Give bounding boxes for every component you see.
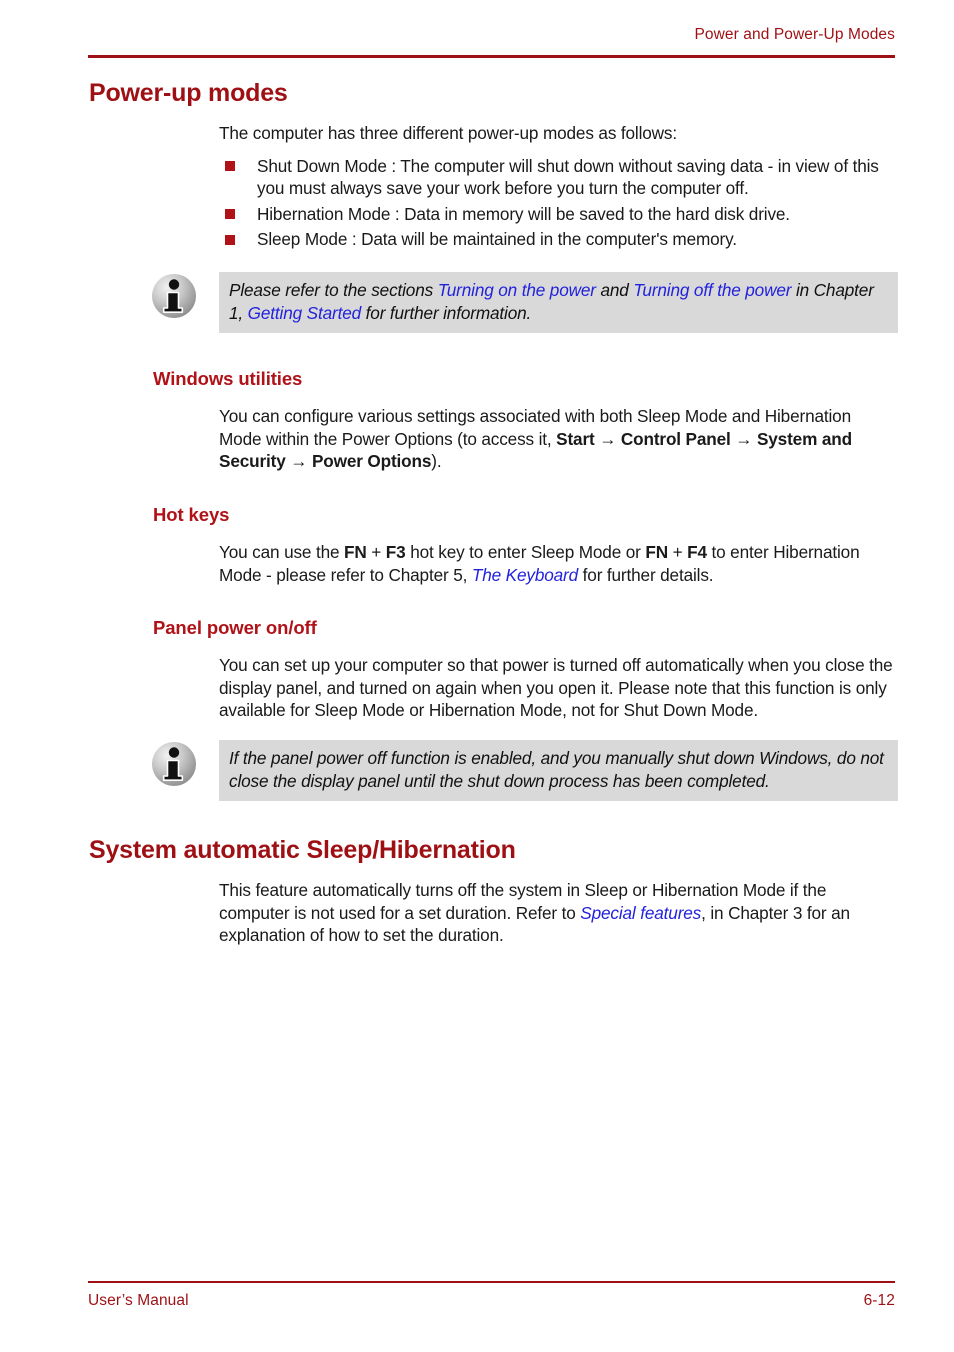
note-text-segment: for further information. bbox=[361, 302, 532, 323]
heading-power-up-modes: Power-up modes bbox=[89, 79, 288, 107]
text-segment: hot key to enter Sleep Mode or bbox=[405, 541, 646, 562]
bold-f3: F3 bbox=[385, 541, 406, 562]
note-text: Please refer to the sections Turning on … bbox=[219, 271, 898, 334]
list-item-text: Sleep Mode : Data will be maintained in … bbox=[257, 229, 737, 250]
list-item-text: Shut Down Mode : The computer will shut … bbox=[257, 155, 879, 199]
footer-manual-label: User’s Manual bbox=[88, 1292, 189, 1309]
text-segment: ). bbox=[431, 451, 442, 472]
heading-system-automatic: System automatic Sleep/Hibernation bbox=[89, 836, 516, 865]
link-special-features[interactable]: Special features bbox=[580, 903, 701, 923]
paragraph-windows-utilities: You can configure various settings assoc… bbox=[0, 405, 954, 473]
bold-power-options: Power Options bbox=[311, 451, 432, 472]
link-getting-started[interactable]: Getting Started bbox=[248, 303, 362, 323]
square-bullet-icon bbox=[225, 209, 235, 220]
bold-start: Start bbox=[556, 428, 595, 449]
bold-f4: F4 bbox=[687, 541, 707, 562]
note-text-segment: and bbox=[595, 279, 634, 300]
arrow-icon: → bbox=[594, 428, 621, 449]
arrow-icon: → bbox=[730, 428, 757, 449]
list-item: Shut Down Mode : The computer will shut … bbox=[219, 155, 898, 200]
arrow-icon: → bbox=[285, 451, 312, 472]
list-item-text: Hibernation Mode : Data in memory will b… bbox=[257, 203, 790, 224]
info-icon bbox=[150, 272, 198, 320]
note-text-segment: Please refer to the sections bbox=[229, 279, 438, 300]
footer-rule bbox=[88, 1281, 895, 1283]
link-turning-off-the-power[interactable]: Turning off the power bbox=[633, 280, 791, 300]
paragraph-hot-keys: You can use the FN + F3 hot key to enter… bbox=[0, 541, 954, 586]
list-power-up-modes: Shut Down Mode : The computer will shut … bbox=[0, 155, 954, 251]
note-box-panel-power: If the panel power off function is enabl… bbox=[0, 739, 954, 802]
document-page: Power and Power-Up Modes Power-up modes … bbox=[0, 0, 954, 1352]
paragraph-panel-power: You can set up your computer so that pow… bbox=[219, 655, 893, 721]
square-bullet-icon bbox=[225, 234, 235, 245]
page-footer: User’s Manual 6-12 bbox=[88, 1292, 895, 1310]
text-segment: for further details. bbox=[578, 564, 714, 585]
list-item: Sleep Mode : Data will be maintained in … bbox=[219, 228, 898, 251]
bold-fn: FN bbox=[344, 541, 367, 562]
info-icon bbox=[150, 740, 198, 788]
text-segment: You can use the bbox=[219, 541, 345, 562]
heading-panel-power-on-off: Panel power on/off bbox=[153, 617, 317, 639]
square-bullet-icon bbox=[225, 161, 235, 172]
bold-control-panel: Control Panel bbox=[620, 428, 731, 449]
header-title: Power and Power-Up Modes bbox=[694, 26, 895, 43]
note-text: If the panel power off function is enabl… bbox=[219, 739, 898, 802]
heading-windows-utilities: Windows utilities bbox=[153, 368, 303, 390]
paragraph-power-up-intro: The computer has three different power-u… bbox=[219, 123, 677, 143]
footer-page-number: 6-12 bbox=[863, 1292, 895, 1309]
heading-hot-keys: Hot keys bbox=[153, 503, 230, 525]
header-rule bbox=[88, 55, 895, 58]
text-segment: + bbox=[667, 541, 688, 562]
note-box-power-up: Please refer to the sections Turning on … bbox=[0, 271, 954, 334]
paragraph-system-automatic: This feature automatically turns off the… bbox=[0, 879, 954, 947]
list-item: Hibernation Mode : Data in memory will b… bbox=[219, 203, 898, 226]
text-segment: + bbox=[366, 541, 386, 562]
page-content: Power-up modes The computer has three di… bbox=[0, 78, 954, 947]
link-the-keyboard[interactable]: The Keyboard bbox=[472, 565, 578, 585]
link-turning-on-the-power[interactable]: Turning on the power bbox=[438, 280, 596, 300]
bold-fn: FN bbox=[645, 541, 668, 562]
page-header: Power and Power-Up Modes bbox=[88, 26, 895, 44]
